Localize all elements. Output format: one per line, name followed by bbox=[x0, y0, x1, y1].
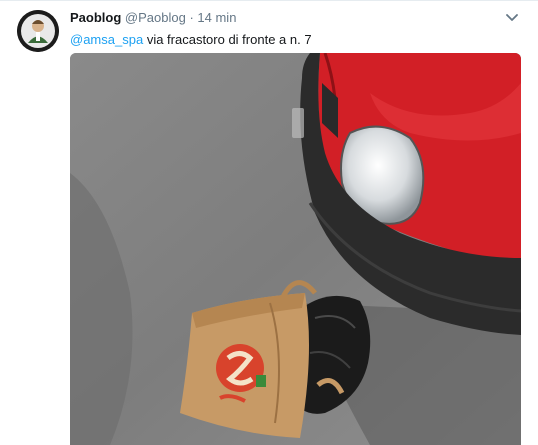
avatar[interactable] bbox=[17, 10, 59, 52]
tweet-header: Paoblog @Paoblog · 14 min bbox=[70, 9, 236, 27]
chevron-down-icon bbox=[506, 14, 518, 21]
photo-car-garbage-bag bbox=[70, 53, 521, 445]
tweet-card[interactable]: Paoblog @Paoblog · 14 min @amsa_spa via … bbox=[0, 0, 538, 445]
avatar-icon bbox=[17, 10, 59, 52]
tweet-body: via fracastoro di fronte a n. 7 bbox=[146, 32, 312, 47]
author-handle[interactable]: @Paoblog bbox=[125, 10, 186, 25]
separator-dot: · bbox=[189, 10, 194, 25]
tweet-timestamp[interactable]: 14 min bbox=[197, 10, 236, 25]
tweet-photo[interactable] bbox=[70, 53, 521, 445]
mention-link[interactable]: @amsa_spa bbox=[70, 32, 143, 47]
tweet-text: @amsa_spa via fracastoro di fronte a n. … bbox=[70, 31, 312, 49]
tweet-menu-button[interactable] bbox=[504, 10, 520, 26]
author-name[interactable]: Paoblog bbox=[70, 10, 121, 25]
